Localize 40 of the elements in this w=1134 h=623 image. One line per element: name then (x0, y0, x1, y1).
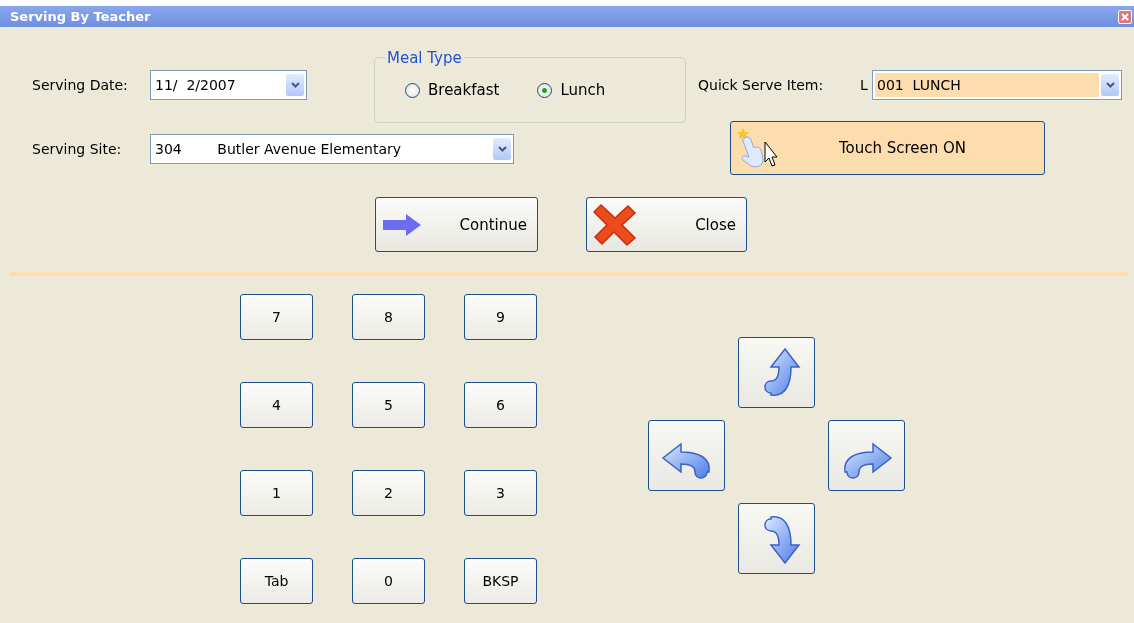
chevron-icon (497, 146, 507, 152)
right-button[interactable] (828, 420, 905, 491)
group-legend: Meal Type (385, 49, 464, 67)
date-field[interactable]: 11/ 2/2007 (150, 70, 307, 100)
item-dropdown[interactable]: 001 LUNCH (872, 70, 1122, 100)
keypad-key[interactable]: 9 (464, 294, 537, 340)
dropdown-button[interactable] (286, 74, 304, 96)
field-label: Serving Site: (32, 141, 123, 157)
site-dropdown[interactable]: 304 Butler Avenue Elementary (150, 134, 514, 164)
down-button[interactable] (738, 503, 815, 574)
chevron-icon (290, 82, 300, 88)
arrow-right-icon (382, 212, 422, 237)
keypad-key[interactable]: 4 (240, 382, 313, 428)
close-button[interactable]: Close (586, 197, 747, 252)
field-label: Quick Serve Item: (698, 77, 825, 93)
field-label: Serving Date: (32, 77, 129, 93)
keypad-key[interactable]: BKSP (464, 558, 537, 604)
keypad-key[interactable]: 2 (352, 470, 425, 516)
touch-hand-icon (737, 126, 781, 170)
left-button[interactable] (648, 420, 725, 491)
keypad-key[interactable]: 0 (352, 558, 425, 604)
dropdown-button[interactable] (1101, 74, 1119, 96)
keypad-key[interactable]: 3 (464, 470, 537, 516)
keypad-key[interactable]: 8 (352, 294, 425, 340)
keypad-key[interactable]: 7 (240, 294, 313, 340)
radio-option[interactable]: Lunch (537, 81, 606, 99)
dropdown-button[interactable] (493, 138, 511, 160)
up-button[interactable] (738, 337, 815, 408)
window-title: Serving By Teacher (10, 9, 151, 24)
keypad-key[interactable]: 5 (352, 382, 425, 428)
touch-screen-button[interactable]: Touch Screen ON (730, 121, 1045, 175)
keypad-key[interactable]: 1 (240, 470, 313, 516)
keypad-key[interactable]: 6 (464, 382, 537, 428)
chevron-icon (1105, 82, 1115, 88)
continue-button[interactable]: Continue (375, 197, 538, 252)
close-icon[interactable] (1118, 9, 1132, 24)
cross-icon (593, 202, 637, 247)
radio-option[interactable]: Breakfast (405, 81, 500, 99)
keypad-key[interactable]: Tab (240, 558, 313, 604)
item-prefix: L (860, 77, 869, 93)
